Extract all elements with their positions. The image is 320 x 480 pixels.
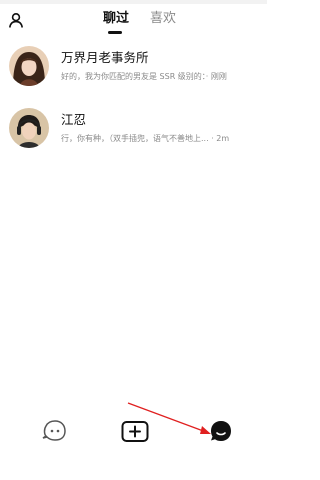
top-bar: 聊过 喜欢 (0, 6, 267, 36)
plus-box-icon[interactable] (120, 416, 150, 446)
avatar (9, 46, 49, 86)
status-bar (0, 0, 267, 4)
chat-name: 江忍 (61, 112, 87, 127)
tab-chatted[interactable]: 聊过 (103, 11, 129, 27)
chat-preview: 行，你有种，（双手插兜，语气不善地上... · 2m (61, 134, 230, 143)
chat-name: 万界月老事务所 (61, 50, 149, 65)
tab-liked[interactable]: 喜欢 (150, 11, 176, 27)
active-tab-indicator (108, 31, 122, 34)
chat-list-item[interactable]: 江忍 行，你有种，（双手插兜，语气不善地上... · 2m (0, 104, 267, 164)
chat-bubble-icon[interactable] (206, 416, 236, 446)
chat-list-item[interactable]: 万界月老事务所 好的，我为你匹配的男友是 SSR 级别的：· 刚刚 (0, 42, 267, 102)
bottom-nav (0, 412, 267, 452)
ghost-face-icon[interactable] (40, 416, 70, 446)
avatar (9, 108, 49, 148)
person-outline-icon[interactable] (8, 12, 24, 28)
chat-preview: 好的，我为你匹配的男友是 SSR 级别的：· 刚刚 (61, 72, 227, 81)
